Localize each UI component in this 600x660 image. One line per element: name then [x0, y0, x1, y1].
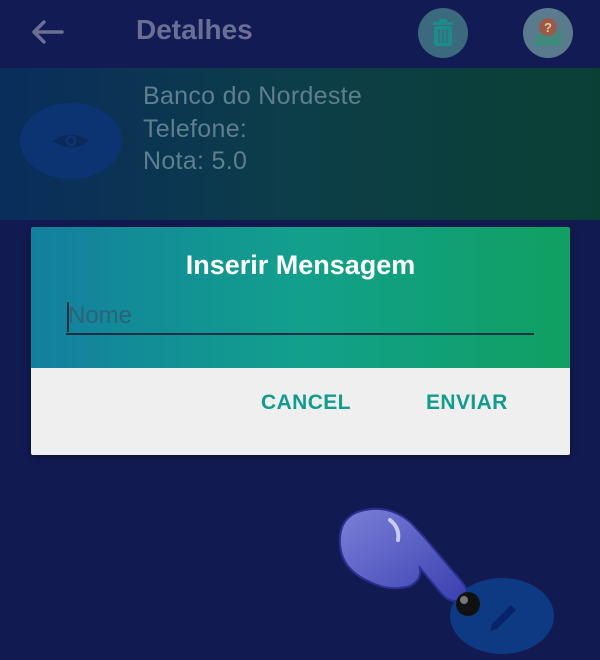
help-map-icon: ?	[535, 18, 561, 46]
dialog-title: Inserir Mensagem	[185, 250, 416, 280]
pointing-hand-overlay	[330, 500, 490, 630]
eye-icon	[53, 134, 89, 148]
send-button[interactable]: ENVIAR	[426, 391, 508, 415]
back-button[interactable]	[30, 19, 64, 45]
pointing-hand-icon	[338, 507, 480, 616]
trash-icon	[433, 19, 453, 46]
arrow-left-icon	[32, 20, 64, 44]
phone-label: Telefone:	[143, 115, 248, 143]
name-input[interactable]	[66, 299, 534, 335]
help-button[interactable]: ?	[523, 8, 573, 58]
cancel-button[interactable]: CANCEL	[261, 391, 351, 415]
message-dialog: Inserir Mensagem CANCEL ENVIAR	[31, 227, 570, 455]
text-cursor	[67, 302, 69, 332]
page-title: Detalhes	[136, 14, 253, 45]
view-button[interactable]	[20, 103, 122, 179]
dialog-header: Inserir Mensagem	[31, 227, 570, 368]
delete-button[interactable]	[418, 8, 468, 58]
app-bar: Detalhes ?	[0, 0, 600, 66]
rating-label: Nota: 5.0	[143, 147, 248, 175]
business-name: Banco do Nordeste	[143, 82, 363, 110]
svg-text:?: ?	[544, 20, 552, 35]
dialog-actions: CANCEL ENVIAR	[31, 368, 570, 455]
